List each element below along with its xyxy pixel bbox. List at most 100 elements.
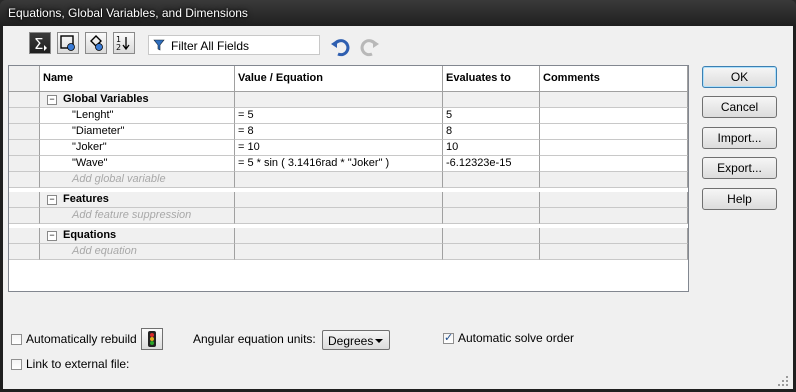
filter-label: Filter All Fields xyxy=(171,39,250,53)
table-row: "Lenght" = 5 5 xyxy=(9,108,688,124)
link-external-label: Link to external file: xyxy=(26,357,130,371)
variable-name-cell[interactable]: "Wave" xyxy=(40,156,235,172)
title-bar[interactable]: Equations, Global Variables, and Dimensi… xyxy=(0,0,796,26)
variable-name-cell[interactable]: "Lenght" xyxy=(40,108,235,124)
add-feature-suppression-cell[interactable]: Add feature suppression xyxy=(40,208,235,224)
undo-button[interactable] xyxy=(330,35,352,57)
add-global-variable-cell[interactable]: Add global variable xyxy=(40,172,235,188)
dialog-body: Σ 1 2 Filter All Fields Name Value / Equ… xyxy=(3,26,793,389)
row-selector[interactable] xyxy=(9,244,40,260)
dimension-view-icon xyxy=(90,35,103,51)
dialog-window: Equations, Global Variables, and Dimensi… xyxy=(0,0,796,392)
table-cell xyxy=(540,208,688,224)
rebuild-button[interactable] xyxy=(141,328,163,350)
table-cell xyxy=(540,244,688,260)
angular-units-value: Degrees xyxy=(328,334,374,348)
svg-text:2: 2 xyxy=(116,43,121,51)
group-label: Equations xyxy=(63,229,117,241)
table-cell xyxy=(235,228,443,244)
evaluates-to-cell: 8 xyxy=(443,124,540,140)
variable-name-cell[interactable]: "Joker" xyxy=(40,140,235,156)
angular-units-select[interactable]: Degrees xyxy=(322,330,390,350)
filter-field[interactable]: Filter All Fields xyxy=(148,35,320,55)
value-equation-cell[interactable]: = 10 xyxy=(235,140,443,156)
row-selector[interactable] xyxy=(9,92,40,108)
group-label: Features xyxy=(63,193,109,205)
svg-text:Σ: Σ xyxy=(34,35,43,51)
group-row-features: − Features xyxy=(9,192,688,208)
group-label-cell: − Equations xyxy=(40,228,235,244)
column-header-name[interactable]: Name xyxy=(40,66,235,92)
angular-units-label: Angular equation units: xyxy=(193,332,316,346)
table-cell xyxy=(235,244,443,260)
table-cell xyxy=(443,228,540,244)
dimension-view-button[interactable] xyxy=(85,32,107,54)
add-row: Add equation xyxy=(9,244,688,260)
auto-rebuild-checkbox[interactable] xyxy=(11,334,22,345)
row-selector[interactable] xyxy=(9,124,40,140)
group-label-cell: − Features xyxy=(40,192,235,208)
row-selector[interactable] xyxy=(9,172,40,188)
value-equation-cell[interactable]: = 5 * sin ( 3.1416rad * "Joker" ) xyxy=(235,156,443,172)
row-header-corner xyxy=(9,66,40,92)
row-selector[interactable] xyxy=(9,208,40,224)
sketch-equation-view-icon xyxy=(60,35,75,51)
variable-name-cell[interactable]: "Diameter" xyxy=(40,124,235,140)
export-button[interactable]: Export... xyxy=(702,157,777,179)
comment-cell[interactable] xyxy=(540,140,688,156)
row-selector[interactable] xyxy=(9,108,40,124)
value-equation-cell[interactable]: = 5 xyxy=(235,108,443,124)
collapse-icon[interactable]: − xyxy=(47,231,57,241)
column-header-evaluates[interactable]: Evaluates to xyxy=(443,66,540,92)
group-row-global-variables: − Global Variables xyxy=(9,92,688,108)
table-cell xyxy=(235,192,443,208)
table-header: Name Value / Equation Evaluates to Comme… xyxy=(9,66,688,92)
row-selector[interactable] xyxy=(9,228,40,244)
column-header-value[interactable]: Value / Equation xyxy=(235,66,443,92)
row-selector[interactable] xyxy=(9,192,40,208)
table-row: "Wave" = 5 * sin ( 3.1416rad * "Joker" )… xyxy=(9,156,688,172)
ordered-view-icon: 1 2 xyxy=(116,35,130,51)
auto-solve-checkbox[interactable] xyxy=(443,331,454,344)
add-equation-cell[interactable]: Add equation xyxy=(40,244,235,260)
table-cell xyxy=(443,208,540,224)
column-header-comments[interactable]: Comments xyxy=(540,66,688,92)
value-equation-cell[interactable]: = 8 xyxy=(235,124,443,140)
cancel-button[interactable]: Cancel xyxy=(702,96,777,118)
link-external-checkbox[interactable] xyxy=(11,359,22,370)
collapse-icon[interactable]: − xyxy=(47,195,57,205)
help-button[interactable]: Help xyxy=(702,188,777,210)
comment-cell[interactable] xyxy=(540,124,688,140)
table-cell xyxy=(235,172,443,188)
resize-grip-icon[interactable] xyxy=(777,375,789,387)
import-button[interactable]: Import... xyxy=(702,127,777,149)
chevron-down-icon xyxy=(375,339,383,343)
ordered-view-button[interactable]: 1 2 xyxy=(113,32,135,54)
collapse-icon[interactable]: − xyxy=(47,95,57,105)
table-cell xyxy=(540,92,688,108)
filter-icon xyxy=(153,39,165,51)
table-cell xyxy=(443,92,540,108)
table-cell xyxy=(443,172,540,188)
table-cell xyxy=(235,92,443,108)
group-label: Global Variables xyxy=(63,93,149,105)
comment-cell[interactable] xyxy=(540,108,688,124)
group-row-equations: − Equations xyxy=(9,228,688,244)
sketch-equation-view-button[interactable] xyxy=(57,32,79,54)
table-cell xyxy=(540,192,688,208)
traffic-light-icon xyxy=(148,331,156,347)
ok-button[interactable]: OK xyxy=(702,66,777,88)
add-row: Add feature suppression xyxy=(9,208,688,224)
comment-cell[interactable] xyxy=(540,156,688,172)
redo-button[interactable] xyxy=(358,35,380,57)
window-title: Equations, Global Variables, and Dimensi… xyxy=(8,6,248,20)
row-selector[interactable] xyxy=(9,156,40,172)
row-selector[interactable] xyxy=(9,140,40,156)
table-row: "Diameter" = 8 8 xyxy=(9,124,688,140)
table-cell xyxy=(540,172,688,188)
evaluates-to-cell: -6.12323e-15 xyxy=(443,156,540,172)
table-cell xyxy=(443,244,540,260)
equation-view-button[interactable]: Σ xyxy=(29,32,51,54)
redo-icon xyxy=(360,39,379,57)
table-cell xyxy=(443,192,540,208)
